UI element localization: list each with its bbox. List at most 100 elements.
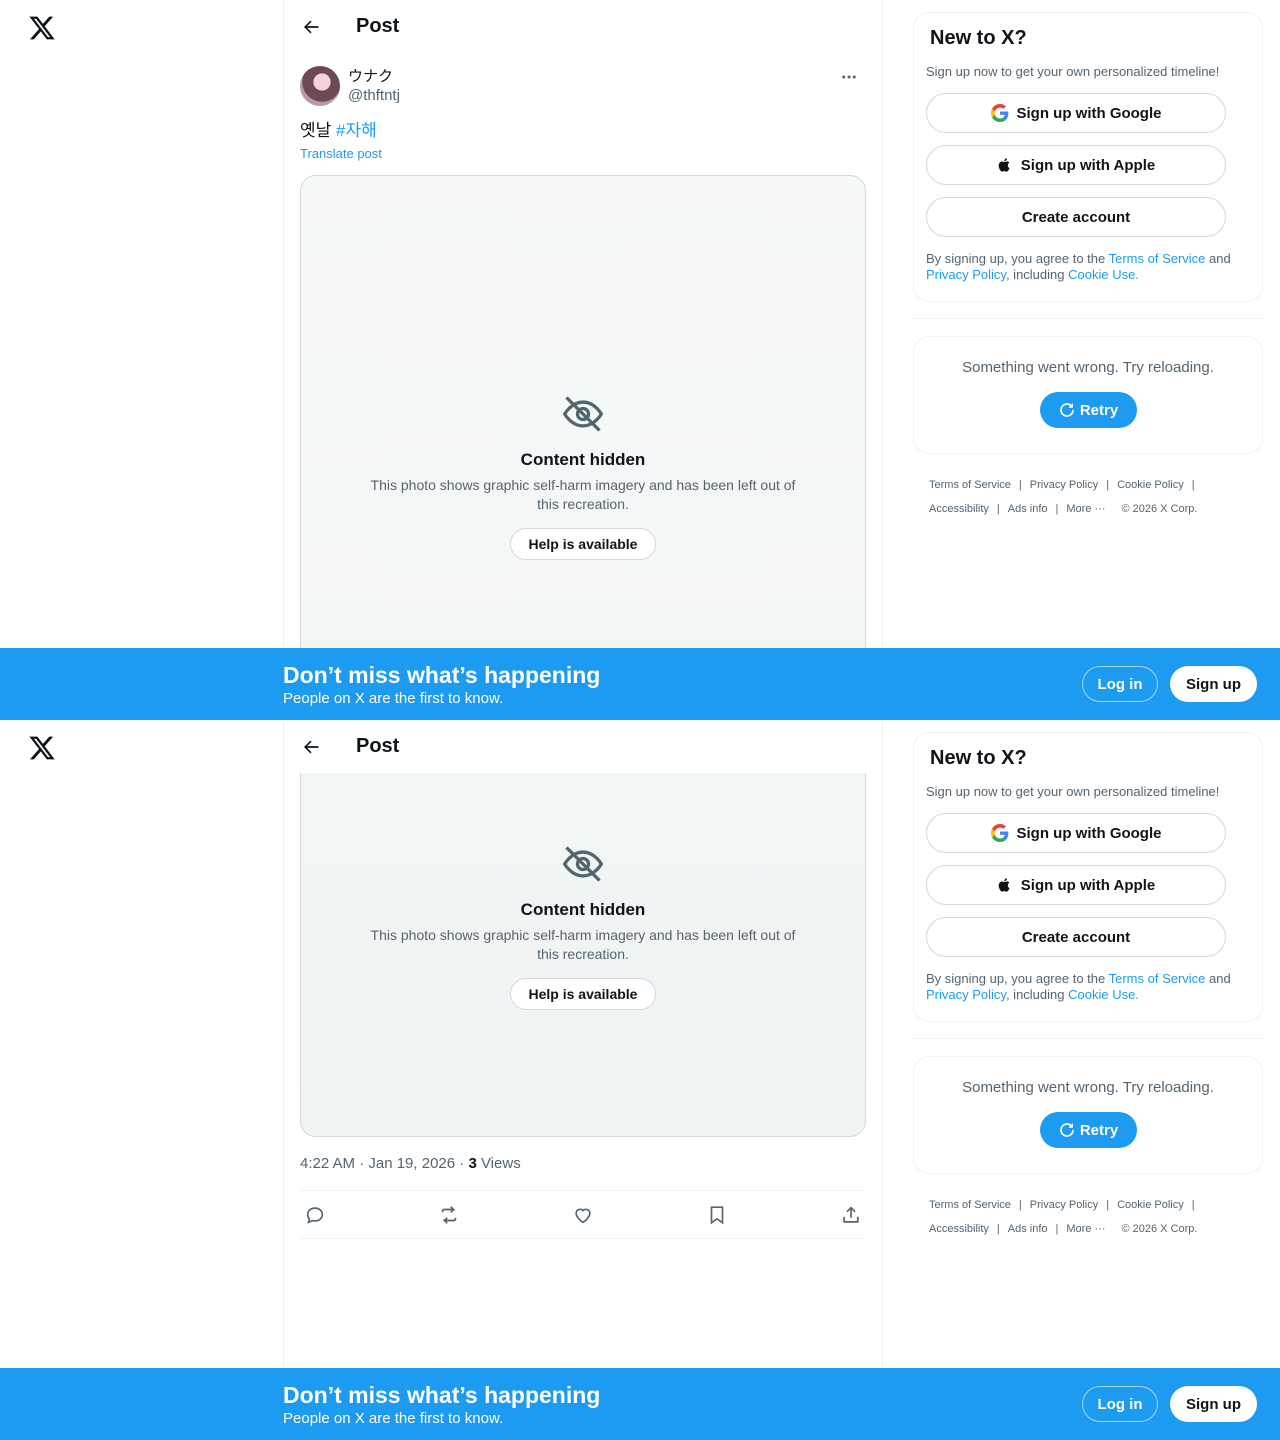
retry-icon [1060,403,1074,417]
cookie-use-link[interactable]: Cookie Use. [1068,987,1139,1002]
author-block: ウナク @thftntj [348,67,400,105]
page-title: Post [356,735,400,757]
google-signup-button[interactable]: Sign up with Google [926,813,1226,853]
login-button[interactable]: Log in [1082,666,1158,702]
footer-separator: | [1055,1223,1059,1235]
footer-more-link[interactable]: More ··· [1066,1223,1105,1235]
repost-icon[interactable] [438,1204,460,1226]
page-frame-scrolled: Content hidden This photo shows graphic … [0,720,1280,1440]
cookie-use-link[interactable]: Cookie Use. [1068,267,1139,282]
footer-ads-link[interactable]: Ads info [1008,1223,1048,1235]
post-media-placeholder: Content hidden This photo shows graphic … [300,175,866,720]
post-actions-bar [300,1190,866,1239]
bookmark-icon[interactable] [706,1204,728,1226]
signup-card: New to X? Sign up now to get your own pe… [913,12,1263,302]
post-header: ウナク @thftntj [300,64,866,108]
error-message: Something went wrong. Try reloading. [962,1079,1214,1096]
error-message: Something went wrong. Try reloading. [962,359,1214,376]
footer-links: Terms of Service | Privacy Policy | Cookie P… [929,1193,1249,1241]
views-label: Views [476,1155,521,1172]
footer-copyright: © 2026 X Corp. [1121,1223,1198,1235]
back-button[interactable] [294,730,328,764]
avatar[interactable] [300,66,340,106]
footer-links: Terms of Service | Privacy Policy | Cookie P… [929,473,1249,521]
media-notice-description: This photo shows graphic self-harm image… [370,927,796,962]
legal-and: and [1205,971,1231,986]
retry-button[interactable]: Retry [1039,1112,1137,1148]
google-signup-label: Sign up with Google [1016,824,1162,842]
terms-link[interactable]: Terms of Service [1109,251,1206,266]
apple-signup-button[interactable]: Sign up with Apple [926,865,1226,905]
footer-separator: | [1191,479,1195,491]
author-display-name[interactable]: ウナク [348,67,400,86]
help-resources-button[interactable]: Help is available [509,978,657,1010]
banner-title: Don’t miss what’s happening [283,1382,601,1408]
apple-icon [998,158,1010,172]
apple-signup-label: Sign up with Apple [1020,156,1156,174]
post-media-placeholder: Content hidden This photo shows graphic … [300,720,866,1137]
signup-title: New to X? [930,27,1027,49]
footer-ads-link[interactable]: Ads info [1008,503,1048,515]
help-resources-button[interactable]: Help is available [509,528,657,560]
signup-banner: Don’t miss what’s happening People on X … [0,1368,1280,1440]
post-time[interactable]: 4:22 AM · Jan 19, 2026 · [300,1155,468,1172]
legal-prefix: By signing up, you agree to the [926,251,1109,266]
author-handle[interactable]: @thftntj [348,86,400,105]
share-icon[interactable] [840,1204,862,1226]
retry-label: Retry [1079,401,1119,419]
back-button[interactable] [294,10,328,44]
post-timestamp: 4:22 AM · Jan 19, 2026 · 3 Views [300,1155,521,1172]
apple-icon [998,878,1010,892]
media-notice-description: This photo shows graphic self-harm image… [370,477,796,512]
sensitive-media-notice: Content hidden This photo shows graphic … [301,326,865,626]
x-logo-icon[interactable] [28,734,56,762]
legal-including: , including [1005,987,1069,1002]
main-column: Post ウナク @thftntj 옛날 #자해 Translate post … [283,0,883,720]
post-text-body: 옛날 [300,121,337,140]
signup-button[interactable]: Sign up [1170,1386,1257,1422]
apple-signup-button[interactable]: Sign up with Apple [926,145,1226,185]
footer-terms-link[interactable]: Terms of Service [929,479,1011,491]
x-logo-icon[interactable] [28,14,56,42]
apple-signup-label: Sign up with Apple [1020,876,1156,894]
views-count: 3 [468,1155,477,1172]
signup-subtitle: Sign up now to get your own personalized… [926,784,1220,799]
terms-link[interactable]: Terms of Service [1109,971,1206,986]
translate-post-link[interactable]: Translate post [300,146,382,161]
privacy-link[interactable]: Privacy Policy [926,267,1006,282]
footer-terms-link[interactable]: Terms of Service [929,1199,1011,1211]
sidebar-divider [913,318,1263,319]
footer-separator: | [1055,503,1059,515]
google-signup-button[interactable]: Sign up with Google [926,93,1226,133]
footer-more-link[interactable]: More ··· [1066,503,1105,515]
footer-privacy-link[interactable]: Privacy Policy [1030,1199,1098,1211]
media-notice-title: Content hidden [520,900,646,919]
page-title: Post [356,15,400,37]
create-account-button[interactable]: Create account [926,917,1226,957]
footer-copyright: © 2026 X Corp. [1121,503,1198,515]
sensitive-media-notice: Content hidden This photo shows graphic … [301,776,865,1076]
retry-button[interactable]: Retry [1039,392,1137,428]
legal-text: By signing up, you agree to the Terms of… [926,971,1250,1003]
footer-cookie-link[interactable]: Cookie Policy [1117,1199,1184,1211]
footer-separator: | [1018,1199,1022,1211]
media-notice-title: Content hidden [520,450,646,469]
post-text: 옛날 #자해 [300,120,377,142]
create-account-button[interactable]: Create account [926,197,1226,237]
more-button[interactable] [832,66,866,88]
top-bar: Post [284,0,882,53]
footer-accessibility-link[interactable]: Accessibility [929,1223,989,1235]
footer-cookie-link[interactable]: Cookie Policy [1117,479,1184,491]
reply-icon[interactable] [304,1204,326,1226]
back-arrow-icon [303,740,319,753]
like-icon[interactable] [572,1204,594,1226]
footer-accessibility-link[interactable]: Accessibility [929,503,989,515]
footer-separator: | [1018,479,1022,491]
google-signup-label: Sign up with Google [1016,104,1162,122]
footer-privacy-link[interactable]: Privacy Policy [1030,479,1098,491]
signup-button[interactable]: Sign up [1170,666,1257,702]
privacy-link[interactable]: Privacy Policy [926,987,1006,1002]
eye-slash-icon [562,846,604,882]
login-button[interactable]: Log in [1082,1386,1158,1422]
hashtag-link[interactable]: #자해 [336,121,377,140]
